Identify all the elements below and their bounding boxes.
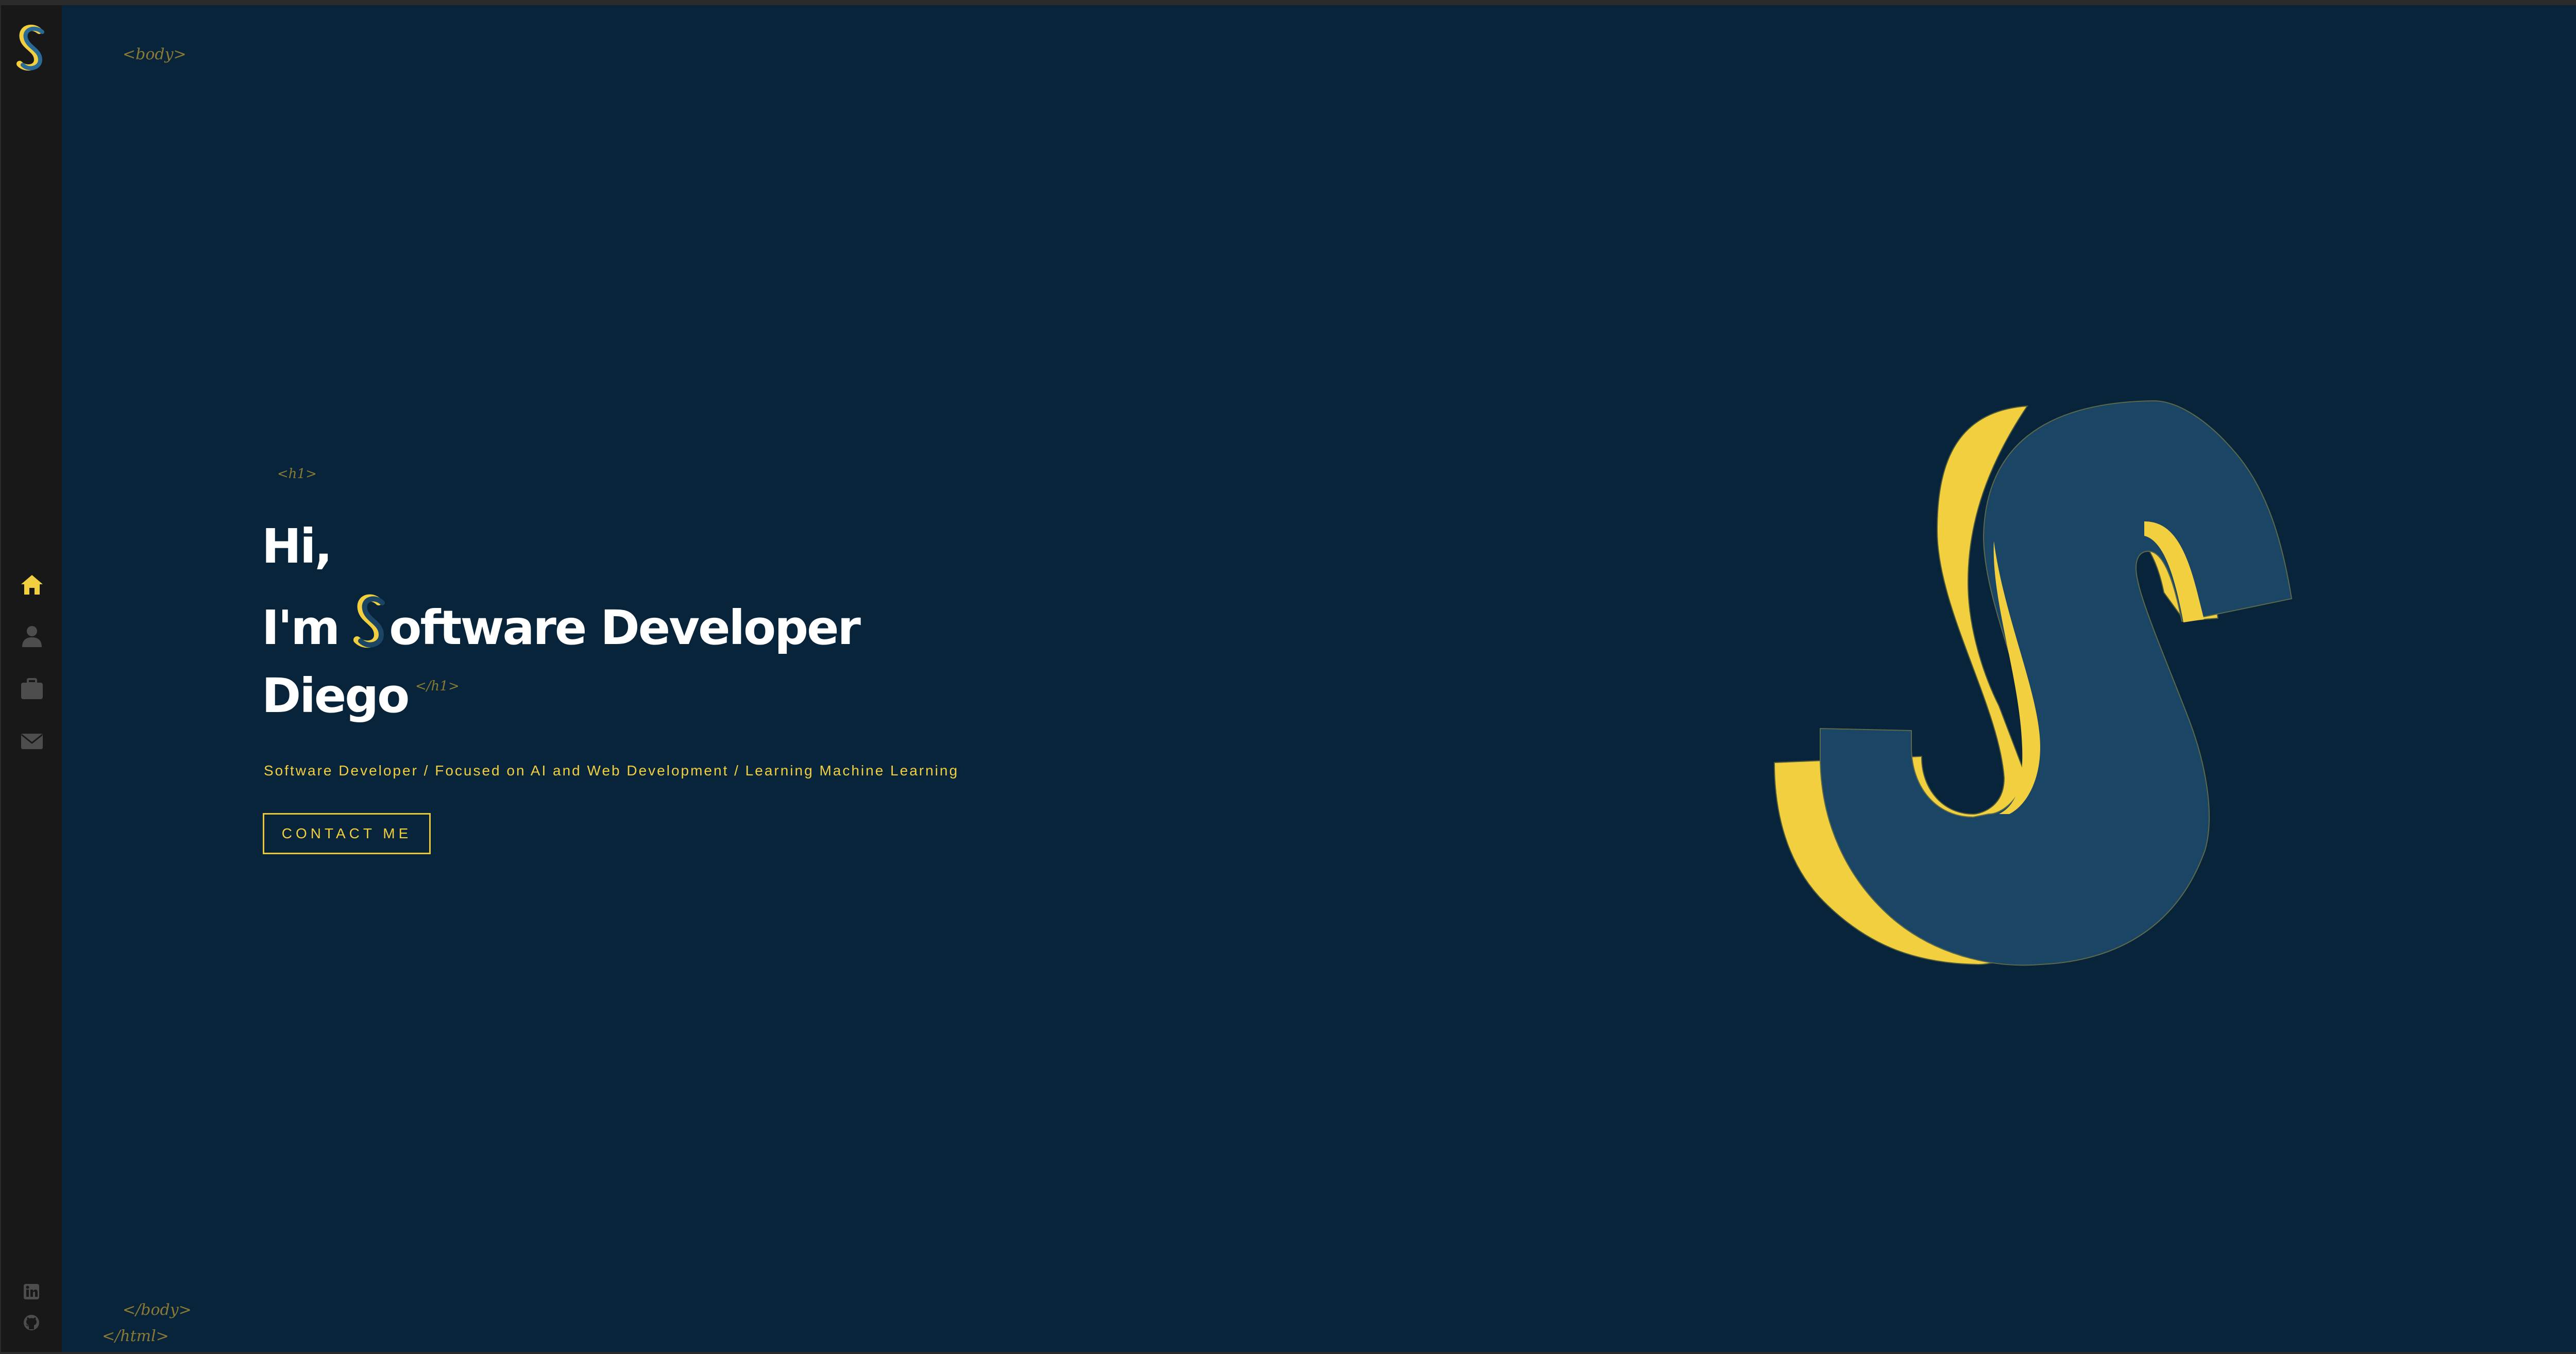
headline-role-prefix: I'm — [262, 600, 340, 655]
headline-role: I'm oftware Developer — [262, 594, 861, 655]
code-tag-h1-close: </h1> — [415, 679, 460, 694]
briefcase-icon[interactable] — [19, 676, 45, 702]
s-letter-logo — [353, 594, 385, 648]
headline-role-suffix: oftware Developer — [389, 600, 861, 655]
user-icon[interactable] — [19, 623, 45, 649]
headline-name: Diego — [262, 668, 410, 723]
contact-me-button[interactable]: CONTACT ME — [263, 813, 431, 854]
home-icon[interactable] — [19, 572, 45, 598]
github-icon[interactable] — [23, 1314, 40, 1331]
s-logo[interactable] — [13, 24, 48, 73]
envelope-icon[interactable] — [19, 729, 45, 754]
code-tag-html-close: </html> — [102, 1327, 169, 1345]
headline-greeting: Hi, — [262, 519, 332, 574]
linkedin-icon[interactable] — [23, 1283, 40, 1300]
code-tag-h1-open: <h1> — [277, 466, 317, 482]
code-tag-body-open: <body> — [123, 45, 187, 63]
sidebar — [1, 5, 62, 1352]
hero-s-logo — [1773, 400, 2293, 966]
code-tag-body-close: </body> — [123, 1301, 192, 1319]
main-content: <body> <h1> Hi, I'm oftware Developer Di… — [62, 5, 2576, 1352]
hero-subtitle: Software Developer / Focused on AI and W… — [264, 763, 959, 778]
